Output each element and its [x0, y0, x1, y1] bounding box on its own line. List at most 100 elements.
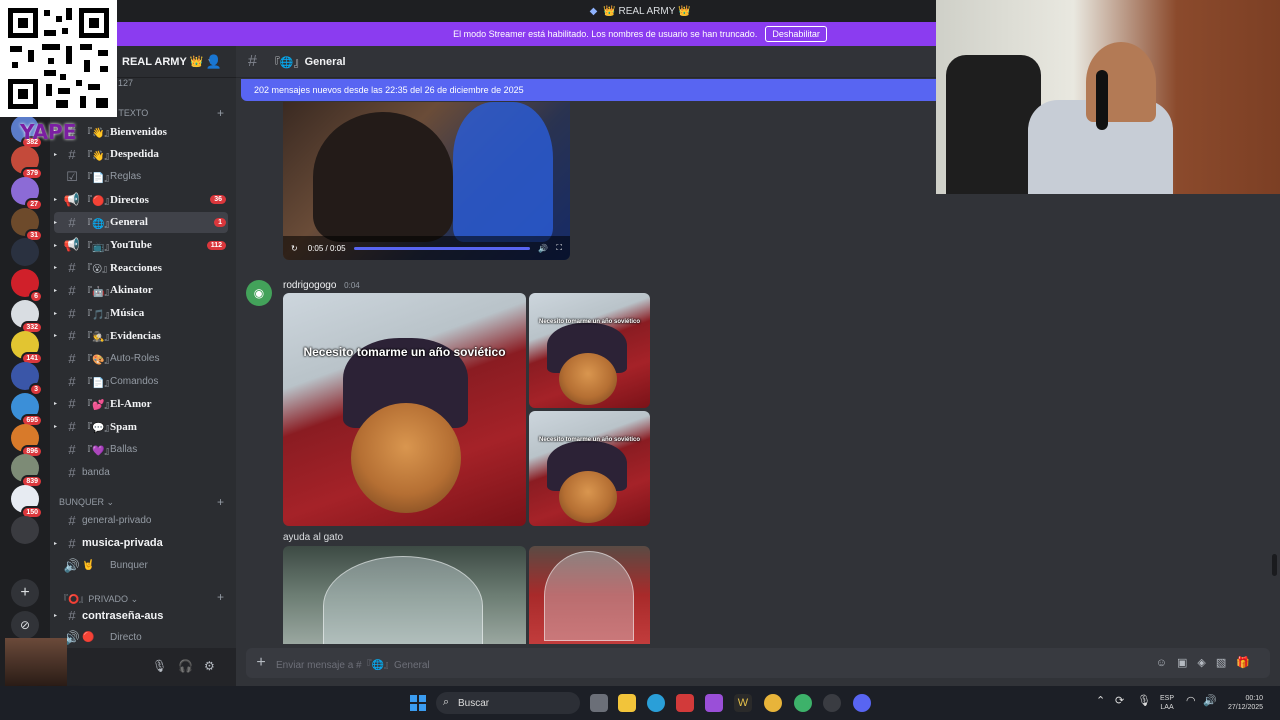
- server-icon[interactable]: 896: [11, 423, 43, 458]
- create-channel-icon[interactable]: +: [217, 106, 224, 120]
- channel-item-youtube[interactable]: ▸ 📢 『📺』 YouTube 112: [54, 235, 228, 256]
- channel-emoji: 🤘: [82, 560, 95, 572]
- copilot-icon[interactable]: [705, 694, 723, 712]
- image-attachment[interactable]: Necesito tomarme un año soviético: [283, 293, 526, 526]
- channel-item-comandos[interactable]: # 『📄』 Comandos: [54, 371, 228, 392]
- server-icon[interactable]: 31: [11, 207, 43, 242]
- chevron-up-icon[interactable]: ⌃: [1096, 694, 1105, 707]
- chat-scrollbar[interactable]: [1272, 554, 1277, 576]
- channel-item-general[interactable]: ▸ # 『🌐』 General 1: [54, 211, 228, 233]
- channel-emoji: 『📄』: [82, 377, 115, 389]
- settings-gear-icon[interactable]: ⚙: [204, 659, 215, 673]
- obs-icon[interactable]: [823, 694, 841, 712]
- server-icon[interactable]: 27: [11, 176, 43, 211]
- yape-logo: YAPE: [20, 120, 77, 144]
- wifi-icon[interactable]: ◠: [1186, 694, 1196, 707]
- channel-item-reglas[interactable]: ☑ 『📄』 Reglas: [54, 166, 228, 187]
- new-messages-bar[interactable]: 202 mensajes nuevos desde las 22:35 del …: [241, 79, 941, 101]
- channel-type-icon: #: [68, 282, 76, 298]
- clock[interactable]: 00:10 27/12/2025: [1228, 694, 1263, 712]
- volume-tray-icon[interactable]: 🔊: [1203, 694, 1217, 707]
- server-icon[interactable]: [11, 238, 39, 267]
- channel-item-directos[interactable]: ▸ 📢 『🔴』 Directos 36: [54, 189, 228, 210]
- channel-item-m-sica[interactable]: ▸ # 『🎵』 Música: [54, 303, 228, 324]
- channel-item-el-amor[interactable]: ▸ # 『💕』 El-Amor: [54, 393, 228, 414]
- disable-streamer-button[interactable]: Deshabilitar: [765, 26, 827, 42]
- channel-item-ballas[interactable]: # 『💜』 Ballas: [54, 439, 228, 460]
- server-icon[interactable]: [11, 516, 39, 545]
- create-channel-icon[interactable]: +: [217, 590, 224, 604]
- image-attachment[interactable]: [283, 546, 526, 644]
- image-attachment[interactable]: [529, 546, 650, 644]
- channel-item-bienvenidos[interactable]: ▸ # 『👋』 Bienvenidos: [54, 121, 228, 142]
- attach-plus-icon[interactable]: +: [246, 654, 276, 672]
- avatar[interactable]: ◉: [246, 280, 272, 306]
- gift-icon[interactable]: 🎁: [1236, 657, 1260, 669]
- channel-type-icon: #: [68, 146, 76, 162]
- volume-icon[interactable]: 🔊: [538, 244, 548, 253]
- channel-item-despedida[interactable]: ▸ # 『👋』 Despedida: [54, 144, 228, 165]
- composer-placeholder[interactable]: Enviar mensaje a #『🌐』General: [276, 656, 430, 671]
- channel-type-icon: #: [68, 464, 76, 480]
- channel-sidebar: REAL ARMY 👑 ▾ 👤 127 CANALES DE TEXTO + ▸…: [50, 46, 236, 686]
- video-attachment[interactable]: ↻ 0:05 / 0:05 🔊 ⛶: [283, 102, 570, 260]
- microphone-tray-icon[interactable]: 🎙: [1137, 694, 1151, 707]
- message-composer[interactable]: + Enviar mensaje a #『🌐』General ☺▣◈▧🎁: [246, 648, 1270, 678]
- edge-icon[interactable]: [647, 694, 665, 712]
- server-icon[interactable]: 6: [11, 269, 43, 304]
- image-attachment[interactable]: Necesito tomarme un año soviético: [529, 293, 650, 408]
- windows-start-icon[interactable]: [410, 695, 426, 711]
- chrome-profile-icon[interactable]: [794, 694, 812, 712]
- sync-icon[interactable]: ⟳: [1115, 694, 1124, 707]
- chrome-icon[interactable]: [764, 694, 782, 712]
- channel-item-auto-roles[interactable]: # 『🎨』 Auto-Roles: [54, 348, 228, 369]
- server-icon[interactable]: 839: [11, 454, 43, 489]
- headphones-icon[interactable]: 🎧: [178, 659, 193, 673]
- channel-item-general-privado[interactable]: # general-privado: [54, 510, 228, 531]
- task-view-icon[interactable]: [590, 694, 608, 712]
- unread-indicator: ▸: [54, 197, 58, 204]
- sticker-icon[interactable]: ◈: [1197, 657, 1215, 669]
- channel-item-musica-privada[interactable]: ▸ # musica-privada: [54, 533, 228, 554]
- image-icon[interactable]: ▧: [1216, 657, 1236, 669]
- message-author[interactable]: rodrigogogo: [283, 280, 336, 291]
- channel-item-contrase-a-aus[interactable]: ▸ # contraseña-aus: [54, 605, 228, 626]
- emoji-icon[interactable]: ☺: [1156, 657, 1177, 669]
- language-indicator[interactable]: ESP LAA: [1160, 694, 1174, 712]
- capture-app-icon[interactable]: [676, 694, 694, 712]
- discover-icon[interactable]: ⊘: [11, 611, 39, 639]
- invite-people-icon[interactable]: 👤: [206, 54, 222, 70]
- gif-icon[interactable]: ▣: [1177, 657, 1197, 669]
- server-icon[interactable]: 695: [11, 392, 43, 427]
- server-icon[interactable]: 150: [11, 485, 43, 520]
- video-progress-bar[interactable]: [353, 246, 531, 250]
- add-server-icon[interactable]: +: [11, 579, 39, 607]
- game-app-icon[interactable]: W: [734, 694, 752, 712]
- channel-item-spam[interactable]: ▸ # 『💬』 Spam: [54, 416, 228, 437]
- server-icon[interactable]: 3: [11, 361, 43, 396]
- category-bunquer[interactable]: BUNQUER ⌄: [59, 497, 114, 508]
- channel-item-directo[interactable]: 🔊 🔴 Directo: [54, 627, 228, 648]
- channel-item-banda[interactable]: # banda: [54, 462, 228, 483]
- file-explorer-icon[interactable]: [618, 694, 636, 712]
- replay-icon[interactable]: ↻: [291, 244, 298, 253]
- image-attachment[interactable]: Necesito tomarme un año soviético: [529, 411, 650, 526]
- discord-icon[interactable]: [853, 694, 871, 712]
- channel-name: Reacciones: [110, 261, 162, 274]
- category-privado[interactable]: 『⭕』PRIVADO ⌄: [59, 592, 138, 605]
- channel-item-reacciones[interactable]: ▸ # 『😮』 Reacciones: [54, 257, 228, 278]
- video-controls: ↻ 0:05 / 0:05 🔊 ⛶: [283, 236, 570, 260]
- server-icon[interactable]: 332: [11, 300, 43, 335]
- server-icon[interactable]: 379: [11, 145, 43, 180]
- server-icon[interactable]: 141: [11, 330, 43, 365]
- search-icon: ⌕: [443, 696, 450, 708]
- hashtag-icon: #: [248, 52, 257, 70]
- channel-item-evidencias[interactable]: ▸ # 『🕵』 Evidencias: [54, 325, 228, 346]
- channel-item-akinator[interactable]: ▸ # 『🤖』 Akinator: [54, 280, 228, 301]
- message-header: rodrigogogo 0:04: [283, 280, 360, 291]
- taskbar-search[interactable]: ⌕ Buscar: [436, 692, 580, 714]
- microphone-icon[interactable]: 🎙: [152, 659, 167, 673]
- create-channel-icon[interactable]: +: [217, 495, 224, 509]
- fullscreen-icon[interactable]: ⛶: [556, 243, 562, 253]
- channel-item-bunquer[interactable]: 🔊 🤘 Bunquer: [54, 555, 228, 576]
